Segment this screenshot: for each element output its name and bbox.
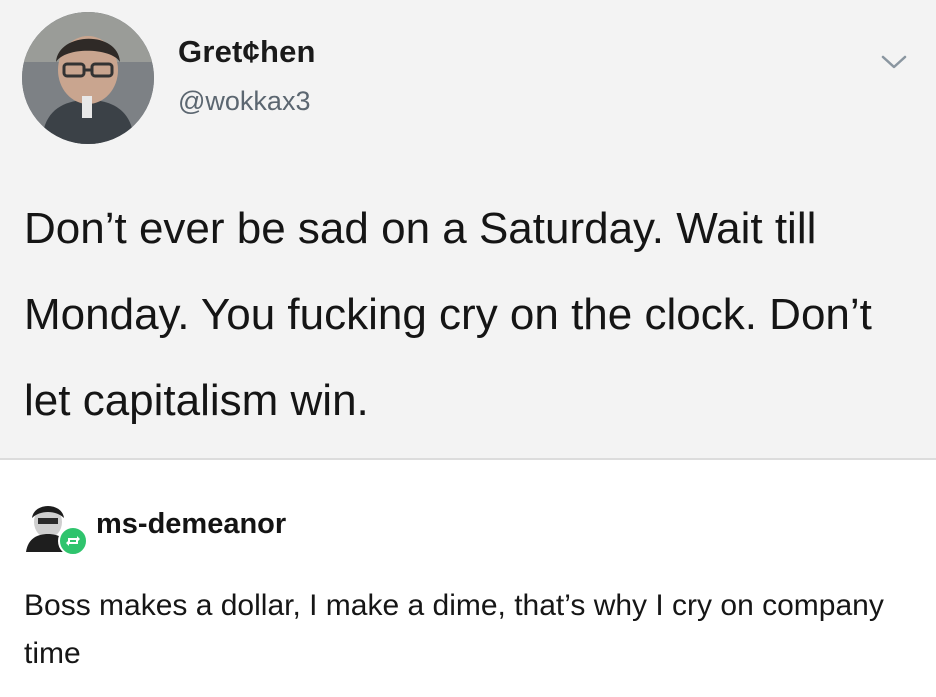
avatar-photo — [22, 12, 154, 144]
user-handle[interactable]: @wokkax3 — [178, 86, 310, 117]
reblog-icon — [58, 526, 88, 556]
display-name[interactable]: Gret¢hen — [178, 34, 316, 70]
chevron-down-icon[interactable] — [880, 52, 908, 72]
tweet-card: Gret¢hen @wokkax3 Don’t ever be sad on a… — [0, 0, 936, 458]
reply-post: ms-demeanor Boss makes a dollar, I make … — [0, 460, 936, 697]
username[interactable]: ms-demeanor — [96, 508, 286, 541]
avatar[interactable] — [22, 12, 154, 144]
tweet-text: Don’t ever be sad on a Saturday. Wait ti… — [24, 204, 872, 425]
reply-text: Boss makes a dollar, I make a dime, that… — [24, 589, 884, 670]
